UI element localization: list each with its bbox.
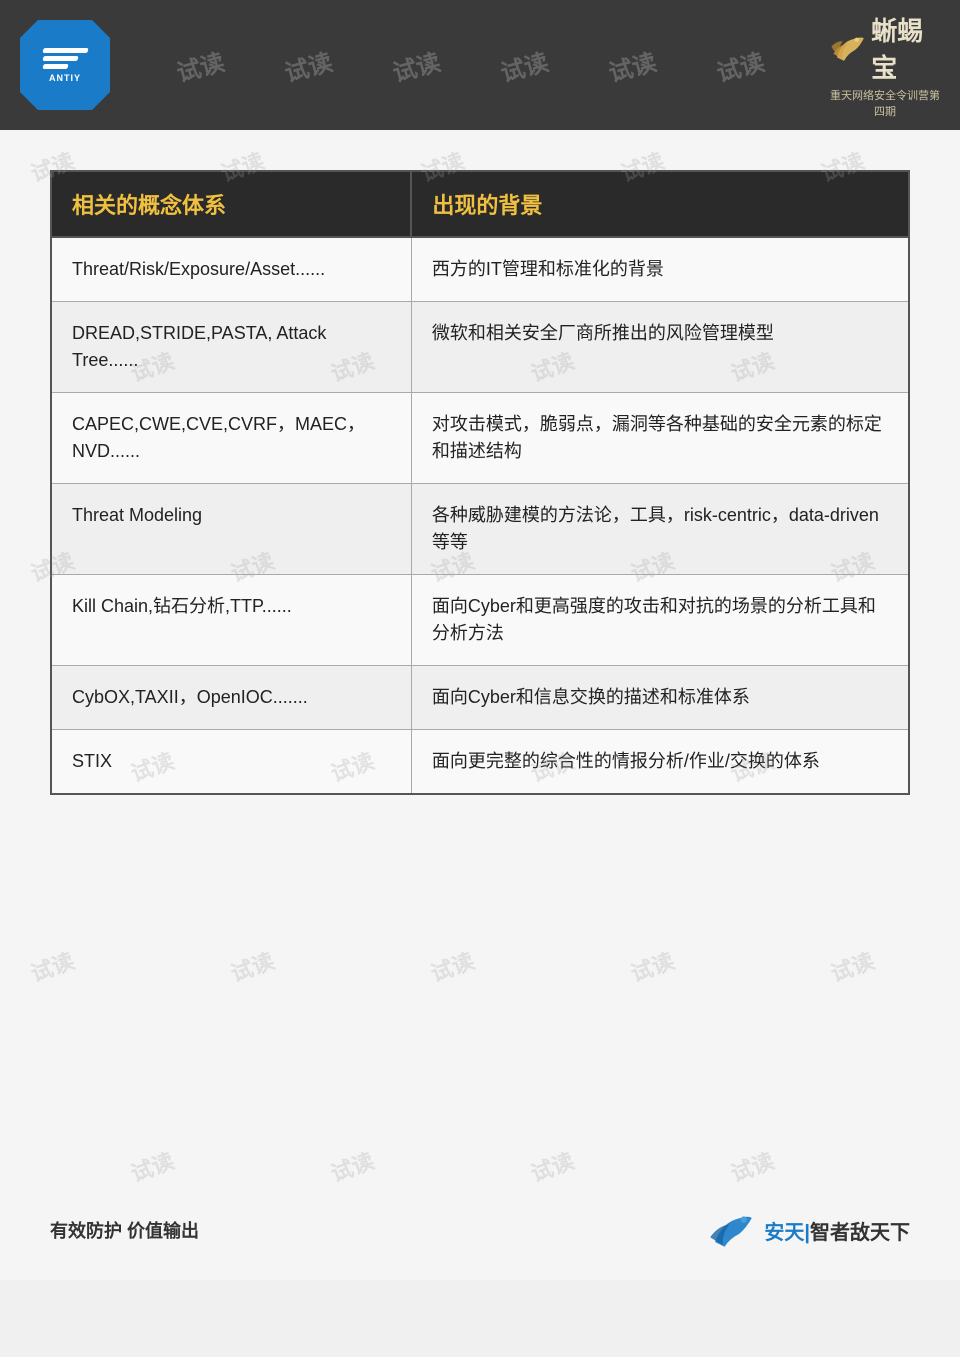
header-watermark: 试读 (496, 48, 551, 83)
table-row: STIX面向更完整的综合性的情报分析/作业/交换的体系 (51, 730, 909, 795)
table-header-row: 相关的概念体系 出现的背景 (51, 171, 909, 237)
footer-logo-text: 安天|智者敌天下 (764, 1216, 910, 1245)
table-row: Threat Modeling各种威胁建模的方法论，工具，risk-centri… (51, 484, 909, 575)
concept-table: 相关的概念体系 出现的背景 Threat/Risk/Exposure/Asset… (50, 170, 910, 795)
table-cell-right: 对攻击模式，脆弱点，漏洞等各种基础的安全元素的标定和描述结构 (411, 393, 909, 484)
footer-logo-dark: 智者敌天下 (810, 1222, 910, 1244)
header-watermark: 试读 (172, 48, 227, 83)
table-cell-right: 面向Cyber和更高强度的攻击和对抗的场景的分析工具和分析方法 (411, 575, 909, 666)
antiy-logo: ANTIY (20, 20, 110, 110)
table-cell-right: 面向Cyber和信息交换的描述和标准体系 (411, 666, 909, 730)
col-right-header: 出现的背景 (411, 171, 909, 237)
table-cell-left: Threat/Risk/Exposure/Asset...... (51, 237, 411, 302)
right-logo-top: 蜥蜴宝 (830, 11, 940, 85)
table-cell-left: CAPEC,CWE,CVE,CVRF，MAEC，NVD...... (51, 393, 411, 484)
footer: 有效防护 价值输出 安天|智者敌天下 (50, 1210, 910, 1250)
table-row: Kill Chain,钻石分析,TTP......面向Cyber和更高强度的攻击… (51, 575, 909, 666)
table-cell-right: 面向更完整的综合性的情报分析/作业/交换的体系 (411, 730, 909, 795)
table-cell-right: 各种威胁建模的方法论，工具，risk-centric，data-driven等等 (411, 484, 909, 575)
footer-slogan: 有效防护 价值输出 (50, 1217, 199, 1243)
logo-stripe-1 (42, 48, 88, 53)
logo-stripe-2 (42, 56, 78, 61)
logo-stripe-3 (42, 64, 68, 69)
table-cell-left: Kill Chain,钻石分析,TTP...... (51, 575, 411, 666)
header-watermark: 试读 (280, 48, 335, 83)
header-watermark: 试读 (604, 48, 659, 83)
footer-logo-blue: 安天 (764, 1222, 804, 1244)
col-left-header: 相关的概念体系 (51, 171, 411, 237)
table-row: CybOX,TAXII，OpenIOC.......面向Cyber和信息交换的描… (51, 666, 909, 730)
bird-icon (830, 31, 865, 66)
footer-logo: 安天|智者敌天下 (706, 1210, 910, 1250)
header-watermarks: 试读 试读 试读 试读 试读 试读 (110, 48, 830, 83)
footer-logo-icon (706, 1210, 756, 1250)
header-watermark: 试读 (712, 48, 767, 83)
main-content: 相关的概念体系 出现的背景 Threat/Risk/Exposure/Asset… (0, 130, 960, 1280)
table-cell-left: DREAD,STRIDE,PASTA, Attack Tree...... (51, 302, 411, 393)
logo-text: ANTIY (49, 73, 81, 83)
table-row: Threat/Risk/Exposure/Asset......西方的IT管理和… (51, 237, 909, 302)
table-row: CAPEC,CWE,CVE,CVRF，MAEC，NVD......对攻击模式，脆… (51, 393, 909, 484)
table-row: DREAD,STRIDE,PASTA, Attack Tree......微软和… (51, 302, 909, 393)
table-cell-right: 西方的IT管理和标准化的背景 (411, 237, 909, 302)
right-logo: 蜥蜴宝 重天网络安全令训营第四期 (830, 30, 940, 100)
header: ANTIY 试读 试读 试读 试读 试读 试读 蜥蜴宝 重天网络安全令训营第四期 (0, 0, 960, 130)
table-cell-right: 微软和相关安全厂商所推出的风险管理模型 (411, 302, 909, 393)
header-watermark: 试读 (388, 48, 443, 83)
right-logo-cn-text: 蜥蜴宝 (871, 11, 940, 85)
table-cell-left: Threat Modeling (51, 484, 411, 575)
table-cell-left: STIX (51, 730, 411, 795)
table-cell-left: CybOX,TAXII，OpenIOC....... (51, 666, 411, 730)
logo-stripes (43, 48, 88, 69)
right-logo-subtitle: 重天网络安全令训营第四期 (830, 87, 940, 119)
